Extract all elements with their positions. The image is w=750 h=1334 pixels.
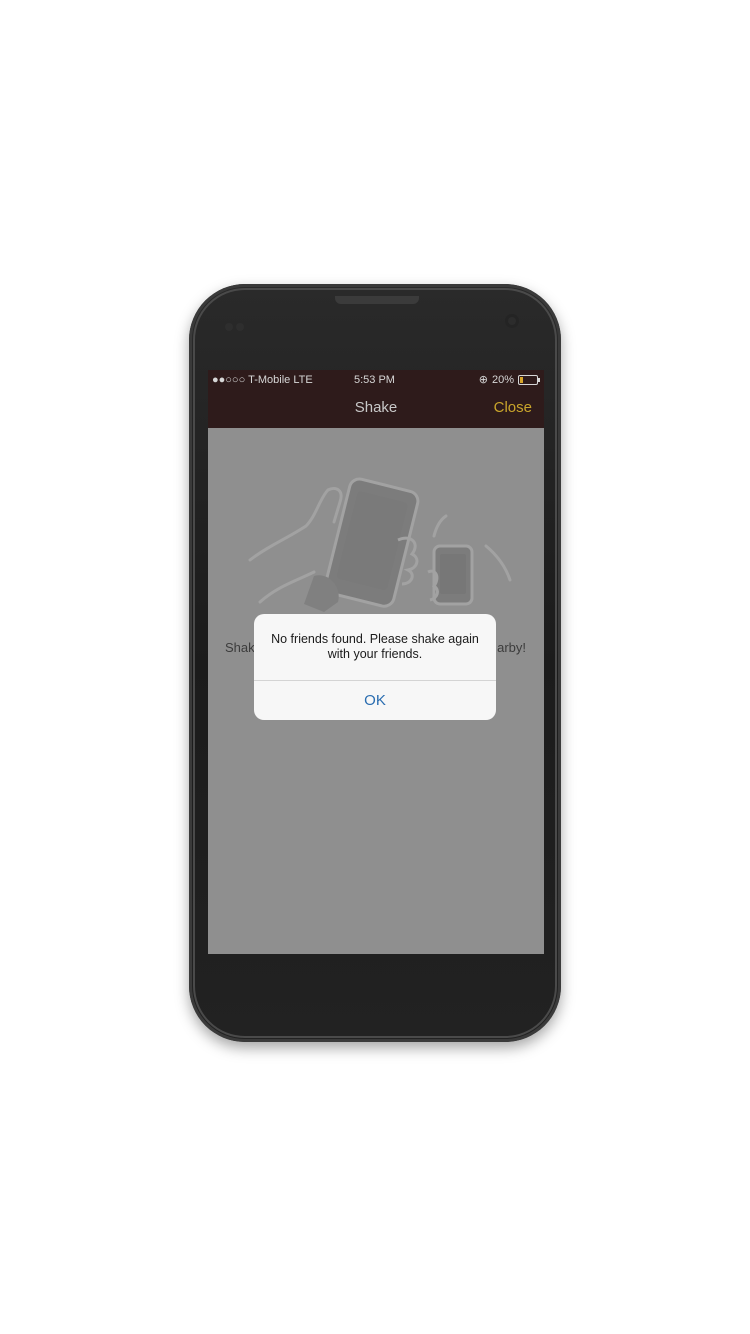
- instruction-text-right: arby!: [497, 640, 526, 655]
- alert-dialog: No friends found. Please shake again wit…: [254, 614, 496, 720]
- battery-fill: [520, 377, 524, 383]
- instruction-text-left: Shak: [225, 640, 255, 655]
- close-button[interactable]: Close: [494, 390, 532, 426]
- status-time: 5:53 PM: [354, 374, 395, 386]
- navigation-bar: Shake Close: [208, 390, 544, 428]
- front-camera-icon: [505, 314, 519, 328]
- battery-percent: 20%: [491, 374, 514, 386]
- carrier-label: ●●○○○ T-Mobile LTE: [212, 374, 313, 386]
- alert-message: No friends found. Please shake again wit…: [271, 632, 479, 661]
- status-bar: ●●○○○ T-Mobile LTE 5:53 PM ⊕ 20%: [208, 370, 544, 390]
- earpiece-speaker: [335, 296, 419, 304]
- shake-illustration-icon: [248, 477, 512, 612]
- proximity-sensor: [225, 318, 247, 331]
- rotation-lock-icon: ⊕: [478, 374, 488, 386]
- status-right: ⊕ 20%: [478, 370, 540, 390]
- ok-button[interactable]: OK: [254, 681, 496, 720]
- battery-icon: [518, 375, 540, 385]
